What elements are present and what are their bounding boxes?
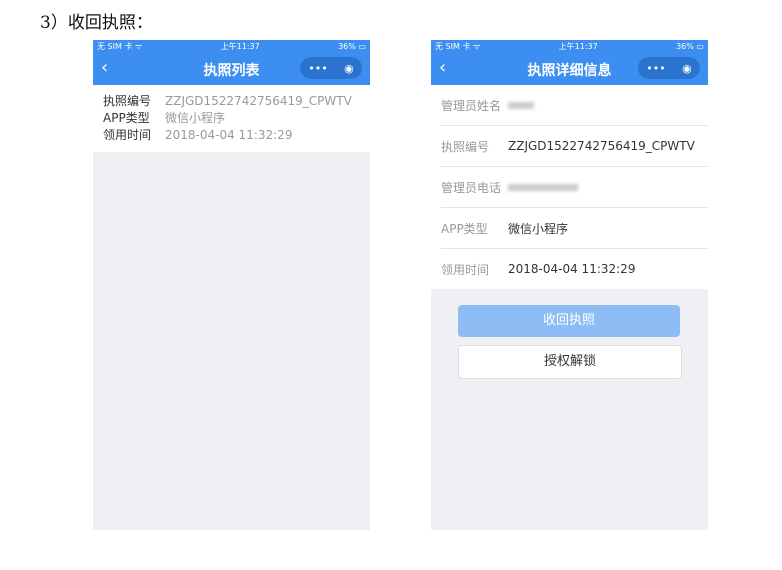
- label: 管理员姓名: [441, 98, 502, 113]
- close-icon[interactable]: ◉: [344, 62, 354, 75]
- detail-row: 领用时间 2018-04-04 11:32:29: [441, 249, 708, 289]
- blurred-phone: [508, 183, 578, 191]
- license-list-screen: 无 SIM 卡 ᯤ 上午11:37 36% ▭ ‹ 执照列表 ••• ◉ 执照编号 ZZ…: [93, 40, 370, 530]
- detail-row: 管理员电话: [441, 167, 708, 208]
- label: 执照编号: [103, 94, 152, 108]
- detail-row: 执照编号 ZZJGD1522742756419_CPWTV: [441, 126, 708, 167]
- capsule-menu[interactable]: ••• ◉: [300, 57, 362, 79]
- status-bar: 无 SIM 卡 ᯤ 上午11:37 36% ▭: [431, 40, 708, 52]
- value: ZZJGD1522742756419_CPWTV: [508, 139, 695, 153]
- section-heading: 3）收回执照：: [40, 13, 153, 33]
- label: APP类型: [103, 111, 150, 125]
- more-icon[interactable]: •••: [646, 62, 665, 75]
- capsule-menu[interactable]: ••• ◉: [638, 57, 700, 79]
- time: 上午11:37: [220, 41, 260, 51]
- label: 领用时间: [441, 262, 490, 277]
- value: ZZJGD1522742756419_CPWTV: [165, 94, 352, 108]
- value: 微信小程序: [508, 221, 569, 236]
- license-list-item[interactable]: 执照编号 ZZJGD1522742756419_CPWTV APP类型 微信小程序 …: [93, 85, 370, 152]
- battery: 36% ▭: [338, 41, 366, 51]
- nav-bar: ‹ 执照详细信息 ••• ◉: [431, 52, 708, 85]
- license-detail-screen: 无 SIM 卡 ᯤ 上午11:37 36% ▭ ‹ 执照详细信息 ••• ◉ 管理员姓…: [431, 40, 708, 530]
- value: 2018-04-04 11:32:29: [165, 128, 293, 142]
- detail-list: 管理员姓名 执照编号 ZZJGD1522742756419_CPWTV 管理员电话…: [431, 85, 708, 289]
- label: 领用时间: [103, 128, 152, 142]
- label: 执照编号: [441, 139, 490, 154]
- blurred-name: [508, 101, 534, 109]
- label: 管理员电话: [441, 180, 502, 195]
- close-icon[interactable]: ◉: [682, 62, 692, 75]
- battery: 36% ▭: [676, 41, 704, 51]
- authorize-unlock-button[interactable]: 授权解锁: [458, 345, 682, 379]
- revoke-license-button[interactable]: 收回执照: [458, 305, 680, 337]
- time: 上午11:37: [558, 41, 598, 51]
- label: APP类型: [441, 221, 488, 236]
- more-icon[interactable]: •••: [308, 62, 327, 75]
- value: 微信小程序: [165, 111, 226, 125]
- carrier: 无 SIM 卡 ᯤ: [435, 41, 481, 51]
- value: 2018-04-04 11:32:29: [508, 262, 636, 276]
- detail-row: 管理员姓名: [441, 85, 708, 126]
- status-bar: 无 SIM 卡 ᯤ 上午11:37 36% ▭: [93, 40, 370, 52]
- nav-bar: ‹ 执照列表 ••• ◉: [93, 52, 370, 85]
- detail-row: APP类型 微信小程序: [441, 208, 708, 249]
- carrier: 无 SIM 卡 ᯤ: [97, 41, 143, 51]
